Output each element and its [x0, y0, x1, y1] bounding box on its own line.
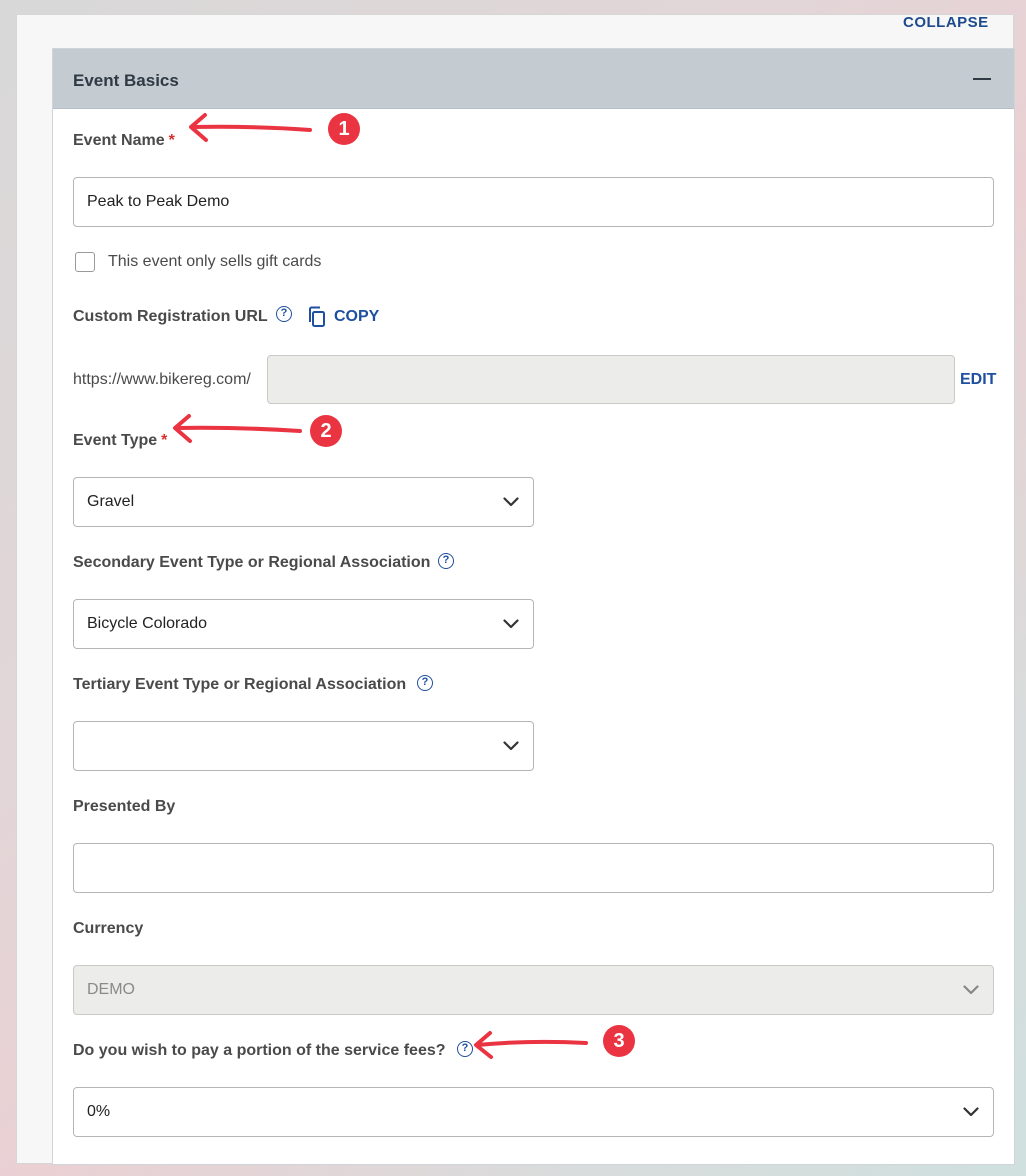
help-circle-icon[interactable]: ? [276, 306, 292, 322]
secondary-type-label: Secondary Event Type or Regional Associa… [73, 554, 431, 571]
gift-cards-checkbox[interactable] [75, 252, 95, 272]
presented-by-input[interactable] [73, 843, 994, 893]
required-marker: * [161, 432, 168, 449]
help-circle-icon[interactable]: ? [457, 1041, 473, 1057]
event-name-label: Event Name * [73, 132, 175, 150]
presented-by-label: Presented By [73, 798, 176, 815]
service-fees-select[interactable]: 0% [73, 1087, 994, 1137]
page-container: COLLAPSE ALL Event Basics Event Name* Pe… [16, 14, 1015, 1165]
minus-icon[interactable] [973, 78, 991, 80]
copy-icon[interactable] [307, 306, 327, 328]
secondary-type-value: Bicycle Colorado [87, 615, 208, 632]
section-title: Event Basics [73, 71, 179, 90]
edit-url-button[interactable]: EDIT [960, 371, 996, 389]
chevron-down-icon [963, 985, 979, 995]
tertiary-type-label: Tertiary Event Type or Regional Associat… [73, 676, 407, 693]
event-name-label-text: Event Name [73, 132, 165, 149]
currency-label: Currency [73, 920, 144, 937]
service-fees-value: 0% [87, 1103, 111, 1120]
gift-cards-label: This event only sells gift cards [108, 253, 322, 270]
event-type-select[interactable]: Gravel [73, 477, 534, 527]
annotation-badge-2: 2 [310, 415, 342, 447]
tertiary-type-select[interactable] [73, 721, 534, 771]
event-type-label-text: Event Type [73, 432, 158, 449]
copy-button[interactable]: COPY [334, 308, 379, 326]
custom-url-input[interactable] [267, 355, 955, 404]
help-circle-icon[interactable]: ? [438, 553, 454, 569]
event-type-value: Gravel [87, 493, 135, 510]
currency-value: DEMO [87, 981, 135, 998]
required-marker: * [168, 132, 175, 149]
currency-select[interactable]: DEMO [73, 965, 994, 1015]
url-prefix: https://www.bikereg.com/ [73, 371, 251, 388]
chevron-down-icon [503, 497, 519, 507]
event-name-input[interactable]: Peak to Peak Demo [73, 177, 994, 227]
collapse-all-link[interactable]: COLLAPSE ALL [903, 17, 1013, 27]
chevron-down-icon [963, 1107, 979, 1117]
help-circle-icon[interactable]: ? [417, 675, 433, 691]
event-type-label: Event Type * [73, 432, 167, 450]
event-name-value: Peak to Peak Demo [87, 193, 230, 210]
annotation-badge-3: 3 [603, 1025, 635, 1057]
event-basics-card: Event Basics Event Name * Peak to Peak De… [52, 48, 1015, 1165]
card-header[interactable]: Event Basics [53, 49, 1014, 109]
custom-url-label: Custom Registration URL [73, 308, 268, 325]
service-fees-label: Do you wish to pay a portion of the serv… [73, 1042, 446, 1059]
annotation-badge-1: 1 [328, 113, 360, 145]
chevron-down-icon [503, 619, 519, 629]
secondary-type-select[interactable]: Bicycle Colorado [73, 599, 534, 649]
chevron-down-icon [503, 741, 519, 751]
